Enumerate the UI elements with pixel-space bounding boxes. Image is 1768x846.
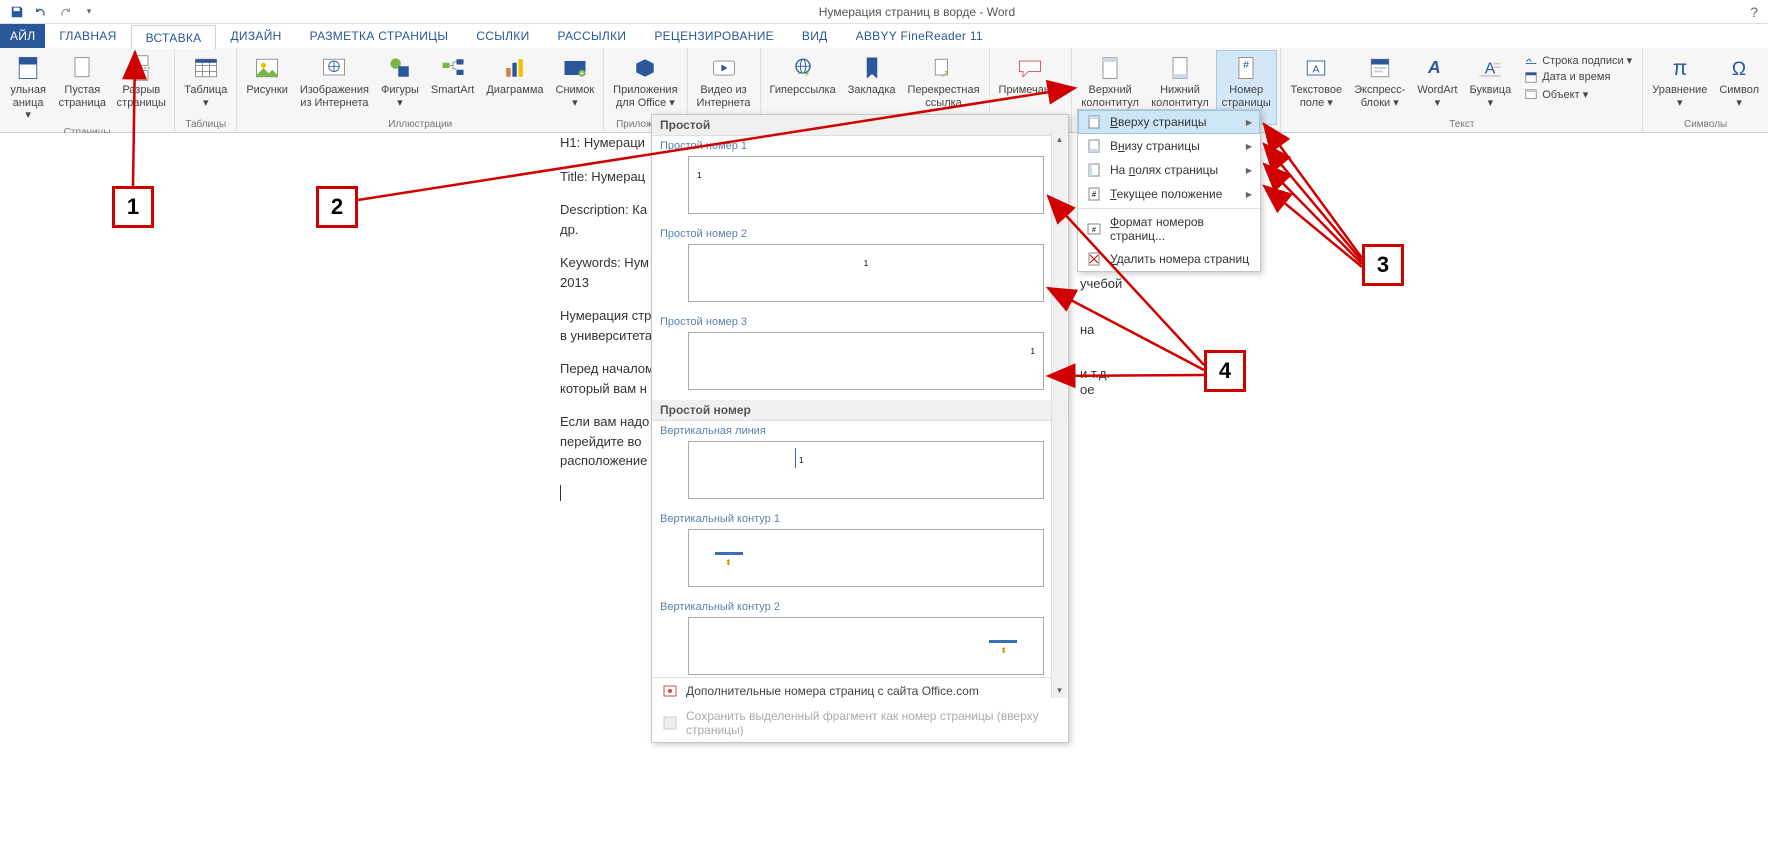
- office-apps-button[interactable]: Приложениядля Office ▾: [608, 50, 682, 112]
- table-button[interactable]: Таблица▾: [179, 50, 232, 112]
- more-page-numbers-office[interactable]: Дополнительные номера страниц с сайта Of…: [652, 678, 1068, 704]
- svg-text:Ω: Ω: [1732, 59, 1746, 80]
- save-selection-as-pn: Сохранить выделенный фрагмент как номер …: [652, 704, 1068, 742]
- annotation-callout-4: 4: [1204, 350, 1246, 392]
- gallery-item-vline[interactable]: Вертикальная линия: [652, 421, 1068, 439]
- ribbon-tabs: АЙЛ ГЛАВНАЯ ВСТАВКА ДИЗАЙН РАЗМЕТКА СТРА…: [0, 24, 1768, 48]
- page-break-button[interactable]: Разрывстраницы: [112, 50, 170, 112]
- symbol-button[interactable]: ΩСимвол▾: [1714, 50, 1764, 112]
- chart-button[interactable]: Диаграмма: [481, 50, 548, 100]
- annotation-callout-1: 1: [112, 186, 154, 228]
- cover-page-button[interactable]: ульнаяаница ▾: [4, 50, 52, 125]
- gallery-item-plain-3[interactable]: Простой номер 3: [652, 312, 1068, 330]
- pn-current-position[interactable]: # Текущее положение ▶: [1078, 182, 1260, 206]
- redo-button[interactable]: [54, 2, 76, 22]
- crossref-button[interactable]: Перекрестнаяссылка: [903, 50, 985, 112]
- group-text: AТекстовоеполе ▾ Экспресс-блоки ▾ AWordA…: [1281, 48, 1643, 132]
- object-button[interactable]: Объект ▾: [1522, 86, 1634, 102]
- tab-view[interactable]: ВИД: [788, 24, 842, 48]
- tab-review[interactable]: РЕЦЕНЗИРОВАНИЕ: [640, 24, 788, 48]
- gallery-item-vcontour-2[interactable]: Вертикальный контур 2: [652, 597, 1068, 615]
- equation-button[interactable]: πУравнение▾: [1647, 50, 1712, 112]
- gallery-scrollbar[interactable]: ▲▼: [1051, 131, 1067, 698]
- page-number-menu: Вверху страницы ▶ Внизу страницы ▶ На по…: [1077, 109, 1261, 272]
- svg-text:#: #: [1243, 59, 1249, 71]
- quick-access-toolbar: ▾: [0, 0, 106, 24]
- svg-text:#: #: [1092, 227, 1096, 234]
- gallery-item-plain-1[interactable]: Простой номер 1: [652, 136, 1068, 154]
- svg-text:A: A: [1313, 63, 1320, 75]
- group-symbols: πУравнение▾ ΩСимвол▾ Символы: [1643, 48, 1768, 132]
- help-button[interactable]: ?: [1728, 4, 1768, 20]
- pn-top-of-page[interactable]: Вверху страницы ▶: [1078, 110, 1260, 134]
- tab-insert[interactable]: ВСТАВКА: [131, 25, 217, 49]
- tab-references[interactable]: ССЫЛКИ: [462, 24, 543, 48]
- pn-format[interactable]: # Формат номеров страниц...: [1078, 211, 1260, 247]
- online-video-button[interactable]: Видео изИнтернета: [692, 50, 756, 112]
- tab-mailings[interactable]: РАССЫЛКИ: [544, 24, 641, 48]
- svg-text:A: A: [1427, 57, 1443, 77]
- wordart-button[interactable]: AWordArt▾: [1412, 50, 1462, 112]
- smartart-button[interactable]: SmartArt: [426, 50, 479, 100]
- window-title: Нумерация страниц в ворде - Word: [106, 5, 1728, 19]
- tab-abbyy[interactable]: ABBYY FineReader 11: [842, 24, 997, 48]
- pictures-button[interactable]: Рисунки: [241, 50, 293, 100]
- pn-remove[interactable]: Удалить номера страниц: [1078, 247, 1260, 271]
- annotation-callout-3: 3: [1362, 244, 1404, 286]
- dropcap-button[interactable]: AБуквица▾: [1464, 50, 1516, 112]
- date-time-button[interactable]: Дата и время: [1522, 69, 1634, 85]
- pn-bottom-of-page[interactable]: Внизу страницы ▶: [1078, 134, 1260, 158]
- tab-design[interactable]: ДИЗАЙН: [216, 24, 295, 48]
- group-pages: ульнаяаница ▾ Пустаястраница Разрывстран…: [0, 48, 175, 132]
- textbox-button[interactable]: AТекстовоеполе ▾: [1285, 50, 1347, 112]
- undo-button[interactable]: [30, 2, 52, 22]
- gallery-item-vcontour-1[interactable]: Вертикальный контур 1: [652, 509, 1068, 527]
- tab-file[interactable]: АЙЛ: [0, 24, 45, 48]
- hyperlink-button[interactable]: Гиперссылка: [765, 50, 841, 100]
- qat-dropdown[interactable]: ▾: [78, 2, 100, 22]
- title-bar: ▾ Нумерация страниц в ворде - Word ?: [0, 0, 1768, 24]
- shapes-button[interactable]: Фигуры▾: [376, 50, 424, 112]
- quickparts-button[interactable]: Экспресс-блоки ▾: [1349, 50, 1410, 112]
- annotation-callout-2: 2: [316, 186, 358, 228]
- signature-line-button[interactable]: Строка подписи ▾: [1522, 52, 1634, 68]
- screenshot-button[interactable]: Снимок▾: [551, 50, 600, 112]
- online-pictures-button[interactable]: Изображенияиз Интернета: [295, 50, 374, 112]
- tab-home[interactable]: ГЛАВНАЯ: [45, 24, 130, 48]
- comment-button[interactable]: Примечание: [994, 50, 1068, 100]
- page-number-gallery: Простой Простой номер 1 1 Простой номер …: [651, 114, 1069, 743]
- group-tables: Таблица▾ Таблицы: [175, 48, 237, 132]
- gallery-item-plain-2[interactable]: Простой номер 2: [652, 224, 1068, 242]
- svg-text:π: π: [1673, 57, 1688, 80]
- blank-page-button[interactable]: Пустаястраница: [54, 50, 110, 112]
- pn-page-margins[interactable]: На полях страницы ▶: [1078, 158, 1260, 182]
- bookmark-button[interactable]: Закладка: [843, 50, 901, 100]
- save-button[interactable]: [6, 2, 28, 22]
- group-illustrations: Рисунки Изображенияиз Интернета Фигуры▾ …: [237, 48, 604, 132]
- tab-layout[interactable]: РАЗМЕТКА СТРАНИЦЫ: [296, 24, 463, 48]
- svg-text:#: #: [1092, 190, 1097, 199]
